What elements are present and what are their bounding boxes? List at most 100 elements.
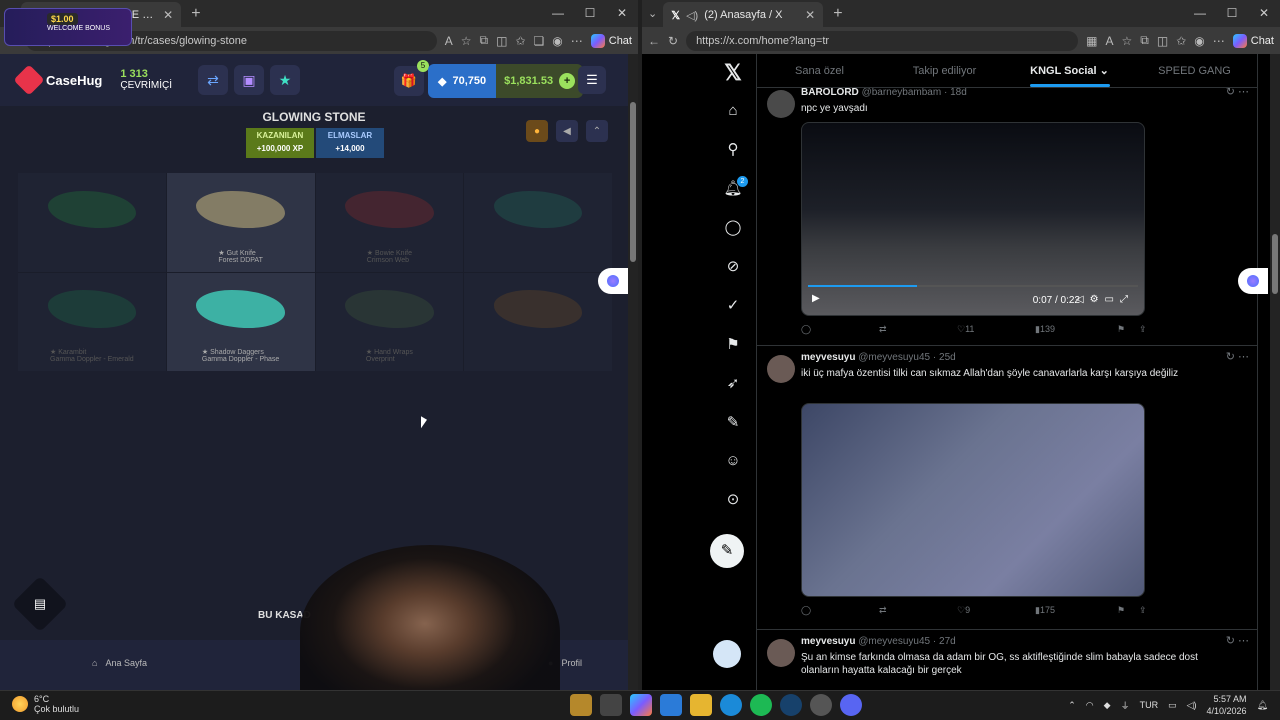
avatar[interactable] (767, 90, 795, 118)
refresh-icon[interactable]: ↻ (668, 34, 678, 48)
copilot-chat-button[interactable]: Chat (1232, 33, 1274, 48)
clock[interactable]: 5:57 AM 4/10/2026 (1207, 693, 1247, 717)
like-button[interactable]: ♡ 9 (957, 605, 970, 616)
language-indicator[interactable]: TUR (1140, 700, 1159, 710)
close-window-icon[interactable]: ✕ (606, 0, 638, 27)
minimize-icon[interactable]: — (542, 0, 574, 27)
case-item[interactable]: ★ Gut Knife Forest DDPAT (166, 173, 315, 272)
grok-icon[interactable]: ⊘ (718, 252, 748, 282)
tray-app-icon[interactable]: ◆ (1104, 700, 1111, 711)
views-button[interactable]: ▮ 139 (1035, 324, 1055, 335)
reply-icon[interactable]: ◯ (801, 324, 811, 335)
case-item[interactable]: ★ Shadow Daggers Gamma Doppler - Phase (166, 272, 315, 371)
profile-icon[interactable]: ☺ (718, 446, 748, 476)
steam-icon[interactable] (780, 694, 802, 716)
copilot-side-button[interactable] (598, 268, 628, 294)
fast-open-button[interactable]: ● (526, 120, 548, 142)
back-icon[interactable]: ← (648, 34, 660, 48)
minimize-icon[interactable]: — (1184, 0, 1216, 27)
case-item[interactable]: ★ Bowie Knife Crimson Web (315, 173, 464, 272)
reply-icon[interactable]: ◯ (801, 605, 811, 616)
maximize-icon[interactable]: ☐ (574, 0, 606, 27)
left-scrollbar[interactable] (628, 54, 638, 690)
video-progress[interactable] (808, 285, 1138, 287)
compose-post-button[interactable]: ✎ (710, 534, 744, 568)
favorites-button[interactable]: ★ (270, 65, 301, 95)
cash-balance[interactable]: $1,831.53 + (496, 64, 584, 98)
tray-chevron-icon[interactable]: ⌃ (1068, 700, 1076, 711)
profile-icon[interactable]: ◉ (552, 34, 562, 48)
more-circle-icon[interactable]: ⊙ (718, 485, 748, 515)
favorite-icon[interactable]: ☆ (461, 34, 472, 48)
more-icon[interactable]: ⋯ (1213, 34, 1225, 48)
extensions-icon[interactable]: ⧉ (1140, 33, 1149, 48)
favorite-icon[interactable]: ☆ (1122, 34, 1133, 48)
video-settings-icons[interactable]: ◁⚙▭⤢ (1076, 294, 1134, 305)
spotify-icon[interactable] (750, 694, 772, 716)
mic-icon[interactable]: ⏚ (1121, 699, 1130, 712)
tab-kngl-social[interactable]: KNGL Social ⌄ (1007, 54, 1132, 87)
network-icon[interactable]: ▭ (1168, 700, 1177, 711)
case-item[interactable] (18, 173, 166, 272)
tweet[interactable]: meyvesuyu @meyvesuyu45 · 27d ↻ ⋯ Şu an k… (757, 631, 1257, 690)
discord-icon[interactable] (840, 694, 862, 716)
read-aloud-icon[interactable]: A (445, 34, 453, 48)
play-icon[interactable]: ▶ (812, 293, 820, 304)
verified-icon[interactable]: ✓ (718, 291, 748, 321)
new-tab-icon[interactable]: + (833, 5, 842, 23)
bookmarks-icon[interactable]: ⚑ (718, 330, 748, 360)
avatar[interactable] (767, 639, 795, 667)
right-url-field[interactable]: https://x.com/home?lang=tr (686, 30, 1079, 51)
close-window-icon[interactable]: ✕ (1248, 0, 1280, 27)
collections-icon[interactable]: ❏ (534, 34, 545, 48)
tweet-more-icon[interactable]: ↻ ⋯ (1226, 634, 1249, 647)
read-aloud-icon[interactable]: A (1106, 34, 1114, 48)
scroll-thumb[interactable] (630, 102, 636, 262)
case-item[interactable] (464, 272, 612, 371)
volume-icon[interactable]: ◁) (1187, 700, 1197, 711)
gem-balance[interactable]: ◆ 70,750 (428, 64, 497, 98)
right-tab[interactable]: 𝕏 ◁) (2) Anasayfa / X ✕ (663, 1, 824, 29)
headset-icon[interactable]: ◠ (1086, 700, 1094, 711)
casehug-logo[interactable]: CaseHug (13, 64, 102, 96)
notifications-bell-icon[interactable]: 🔔︎ (1257, 700, 1268, 711)
share-icon[interactable]: ⇪ (1139, 605, 1147, 616)
x-logo-icon[interactable]: 𝕏 (718, 58, 748, 88)
profile-icon[interactable]: ◉ (1194, 34, 1204, 48)
retweet-icon[interactable]: ⇄ (879, 605, 887, 616)
edit-icon[interactable]: ✎ (718, 408, 748, 438)
scroll-thumb[interactable] (1272, 234, 1278, 294)
collapse-button[interactable]: ⌃ (586, 120, 608, 142)
bookmark-icon[interactable]: ⚑ (1117, 324, 1125, 335)
account-avatar[interactable] (713, 640, 741, 668)
tab-menu-icon[interactable]: ⌄ (648, 7, 657, 20)
split-icon[interactable]: ◫ (496, 34, 507, 48)
tweet[interactable]: BAROLORD @barneybambam · 18d ↻ ⋯ npc ye … (757, 82, 1257, 346)
favorites-list-icon[interactable]: ✩ (1176, 34, 1186, 48)
sound-button[interactable]: ◀ (556, 120, 578, 142)
favorites-list-icon[interactable]: ✩ (515, 34, 525, 48)
rocket-icon[interactable]: ➶ (718, 369, 748, 399)
like-button[interactable]: ♡ 11 (957, 324, 974, 335)
messages-icon[interactable]: ◯ (718, 213, 748, 243)
retweet-icon[interactable]: ⇄ (879, 324, 887, 335)
tweet-image[interactable] (801, 403, 1145, 597)
right-scrollbar[interactable] (1270, 54, 1280, 690)
bookmark-icon[interactable]: ⚑ (1117, 605, 1125, 616)
avatar[interactable] (767, 355, 795, 383)
views-button[interactable]: ▮ 175 (1035, 605, 1055, 616)
gift-button[interactable]: 🎁 5 (394, 60, 429, 96)
close-tab-icon[interactable]: ✕ (163, 8, 173, 22)
author-name[interactable]: meyvesuyu (801, 352, 855, 363)
add-funds-icon[interactable]: + (559, 73, 576, 89)
weather-widget[interactable]: 6°C Çok bulutlu (12, 694, 79, 714)
hamburger-menu-icon[interactable]: ☰ (578, 66, 606, 94)
notifications-icon[interactable]: 🔔︎ 2 (718, 174, 748, 204)
more-icon[interactable]: ⋯ (571, 34, 583, 48)
share-icon[interactable]: ⇪ (1139, 324, 1147, 335)
tab-for-you[interactable]: Sana özel (757, 54, 882, 87)
edge-icon[interactable] (720, 694, 742, 716)
case-item[interactable]: ★ Hand Wraps Overprint (315, 272, 464, 371)
task-view-icon[interactable] (600, 694, 622, 716)
inventory-button[interactable]: ▣ (234, 65, 265, 95)
